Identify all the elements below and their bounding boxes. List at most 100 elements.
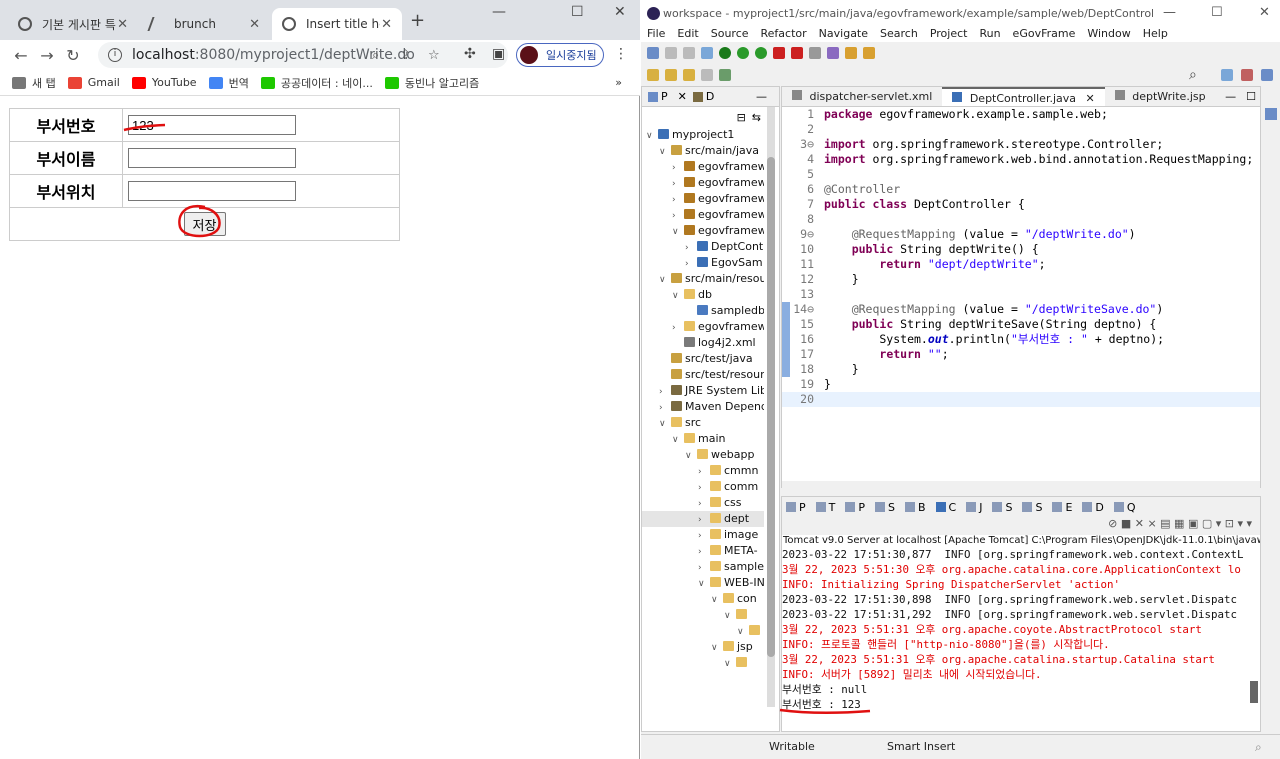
console-view-tab[interactable]: C: [935, 501, 956, 514]
perspective-egov-icon[interactable]: [1241, 69, 1253, 81]
sidepanel-icon[interactable]: ▣: [492, 46, 505, 62]
tree-item[interactable]: › EgovSam: [642, 255, 764, 271]
share-icon[interactable]: ⇪: [400, 48, 411, 63]
terminal-icon[interactable]: [701, 47, 713, 59]
tree-item[interactable]: › JRE System Libr: [642, 383, 764, 399]
collapse-all-icon[interactable]: ⊟: [737, 111, 746, 124]
bookmark-item[interactable]: 새 탭: [12, 75, 56, 91]
tree-item[interactable]: › css: [642, 495, 764, 511]
console-view-tab[interactable]: J: [966, 501, 982, 514]
menu-item[interactable]: Navigate: [819, 27, 868, 42]
bookmark-item[interactable]: 동빈나 알고리즘: [384, 75, 479, 91]
bookmark-item[interactable]: Gmail: [67, 76, 120, 89]
loc-input[interactable]: [128, 181, 296, 201]
tree-toggle-icon[interactable]: ›: [698, 544, 710, 559]
tree-toggle-icon[interactable]: ›: [698, 560, 710, 575]
tree-toggle-icon[interactable]: ∨: [672, 224, 684, 239]
close-icon[interactable]: ✕: [381, 17, 392, 32]
menu-item[interactable]: eGovFrame: [1013, 27, 1076, 42]
tree-item[interactable]: ∨ src/main/java: [642, 143, 764, 159]
maximize-icon[interactable]: ☐: [571, 4, 584, 20]
tree-toggle-icon[interactable]: ∨: [659, 272, 671, 287]
tree-item[interactable]: sampledb: [642, 303, 764, 319]
menu-item[interactable]: Help: [1143, 27, 1168, 42]
perspective-java-icon[interactable]: [1221, 69, 1233, 81]
tree-item[interactable]: › cmmn: [642, 463, 764, 479]
tree-toggle-icon[interactable]: ›: [698, 496, 710, 511]
tree-toggle-icon[interactable]: ›: [685, 256, 697, 271]
editor-tab-deptcontroller[interactable]: DeptController.java ✕: [942, 87, 1105, 106]
close-icon[interactable]: ✕: [678, 90, 687, 103]
bookmark-item[interactable]: 번역: [208, 75, 249, 91]
tab-insert-title[interactable]: Insert title here ✕: [272, 8, 402, 40]
tree-item[interactable]: › sample: [642, 559, 764, 575]
save-button[interactable]: 저장: [183, 212, 226, 236]
console-view-tab[interactable]: E: [1052, 501, 1072, 514]
tree-toggle-icon[interactable]: ›: [698, 480, 710, 495]
tree-item[interactable]: ∨: [642, 623, 764, 639]
tree-item[interactable]: › Maven Depend: [642, 399, 764, 415]
tree-toggle-icon[interactable]: ›: [672, 208, 684, 223]
link-editor-icon[interactable]: ⇆: [752, 111, 761, 124]
editor-hscrollbar[interactable]: [782, 481, 1260, 489]
tree-toggle-icon[interactable]: ∨: [659, 144, 671, 159]
close-icon[interactable]: ✕: [117, 17, 128, 32]
close-icon[interactable]: ✕: [1086, 92, 1095, 105]
tree-toggle-icon[interactable]: ›: [672, 320, 684, 335]
tree-toggle-icon[interactable]: ∨: [724, 608, 736, 623]
tree-item[interactable]: ∨ jsp: [642, 639, 764, 655]
tree-toggle-icon[interactable]: ∨: [685, 448, 697, 463]
tree-toggle-icon[interactable]: ∨: [672, 432, 684, 447]
editor-tab-deptwrite[interactable]: deptWrite.jsp: [1105, 87, 1216, 106]
bookmarks-more-icon[interactable]: »: [615, 76, 622, 89]
maximize-icon[interactable]: ☐: [1211, 5, 1223, 20]
console-view-tab[interactable]: S: [1022, 501, 1042, 514]
bookmark-item[interactable]: 공공데이터 : 네이...: [260, 75, 373, 91]
tree-toggle-icon[interactable]: ›: [672, 192, 684, 207]
menu-item[interactable]: Window: [1087, 27, 1130, 42]
tree-item[interactable]: ∨ src: [642, 415, 764, 431]
tree-toggle-icon[interactable]: ∨: [646, 128, 658, 143]
tree-item[interactable]: ∨ webapp: [642, 447, 764, 463]
menu-item[interactable]: Edit: [677, 27, 698, 42]
tree-toggle-icon[interactable]: ›: [659, 400, 671, 415]
tree-item[interactable]: ∨ egovframew: [642, 223, 764, 239]
forward-icon[interactable]: →: [34, 46, 60, 65]
minimize-icon[interactable]: —: [1225, 90, 1236, 106]
menu-item[interactable]: Run: [979, 27, 1000, 42]
zoom-icon[interactable]: ⌕: [372, 48, 379, 63]
tree-toggle-icon[interactable]: ›: [685, 240, 697, 255]
new-class-icon[interactable]: [827, 47, 839, 59]
tab-brunch[interactable]: brunch ✕: [140, 8, 270, 40]
window-close-icon[interactable]: ✕: [1259, 5, 1270, 20]
tree-toggle-icon[interactable]: ›: [698, 464, 710, 479]
tree-item[interactable]: src/test/resourc: [642, 367, 764, 383]
code-area[interactable]: 1 package egovframework.example.sample.we…: [782, 107, 1260, 407]
tab-board[interactable]: 기본 게시판 특 ✕: [8, 8, 138, 40]
minimize-icon[interactable]: —: [492, 4, 506, 20]
new-tab-button[interactable]: +: [410, 10, 425, 31]
new-icon[interactable]: [647, 47, 659, 59]
console-output[interactable]: 2023-03-22 17:51:30,877 INFO [org.spring…: [782, 547, 1246, 712]
menu-item[interactable]: Project: [930, 27, 968, 42]
reload-icon[interactable]: ↻: [60, 46, 86, 65]
tree-item[interactable]: › egovframew: [642, 191, 764, 207]
console-view-tab[interactable]: S: [992, 501, 1012, 514]
debug-icon[interactable]: [719, 47, 731, 59]
progress-icon[interactable]: ⌕: [1255, 740, 1262, 755]
star-icon[interactable]: ☆: [428, 48, 440, 63]
console-view-tab[interactable]: B: [905, 501, 926, 514]
tree-toggle-icon[interactable]: ∨: [698, 576, 710, 591]
close-icon[interactable]: ✕: [249, 17, 260, 32]
tree-item[interactable]: ∨ src/main/resour: [642, 271, 764, 287]
address-bar[interactable]: i localhost:8080/myproject1/deptWrite.do…: [98, 42, 508, 68]
tree-item[interactable]: › DeptCont: [642, 239, 764, 255]
tree-item[interactable]: ∨ main: [642, 431, 764, 447]
tree-item[interactable]: ∨ con: [642, 591, 764, 607]
tree-toggle-icon[interactable]: ›: [672, 176, 684, 191]
window-close-icon[interactable]: ✕: [614, 4, 626, 20]
console-view-tab[interactable]: Q: [1113, 501, 1136, 514]
open-perspective-icon[interactable]: [719, 69, 731, 81]
profile-button[interactable]: 일시중지됨: [516, 43, 604, 67]
tree-item[interactable]: ∨ WEB-IN: [642, 575, 764, 591]
